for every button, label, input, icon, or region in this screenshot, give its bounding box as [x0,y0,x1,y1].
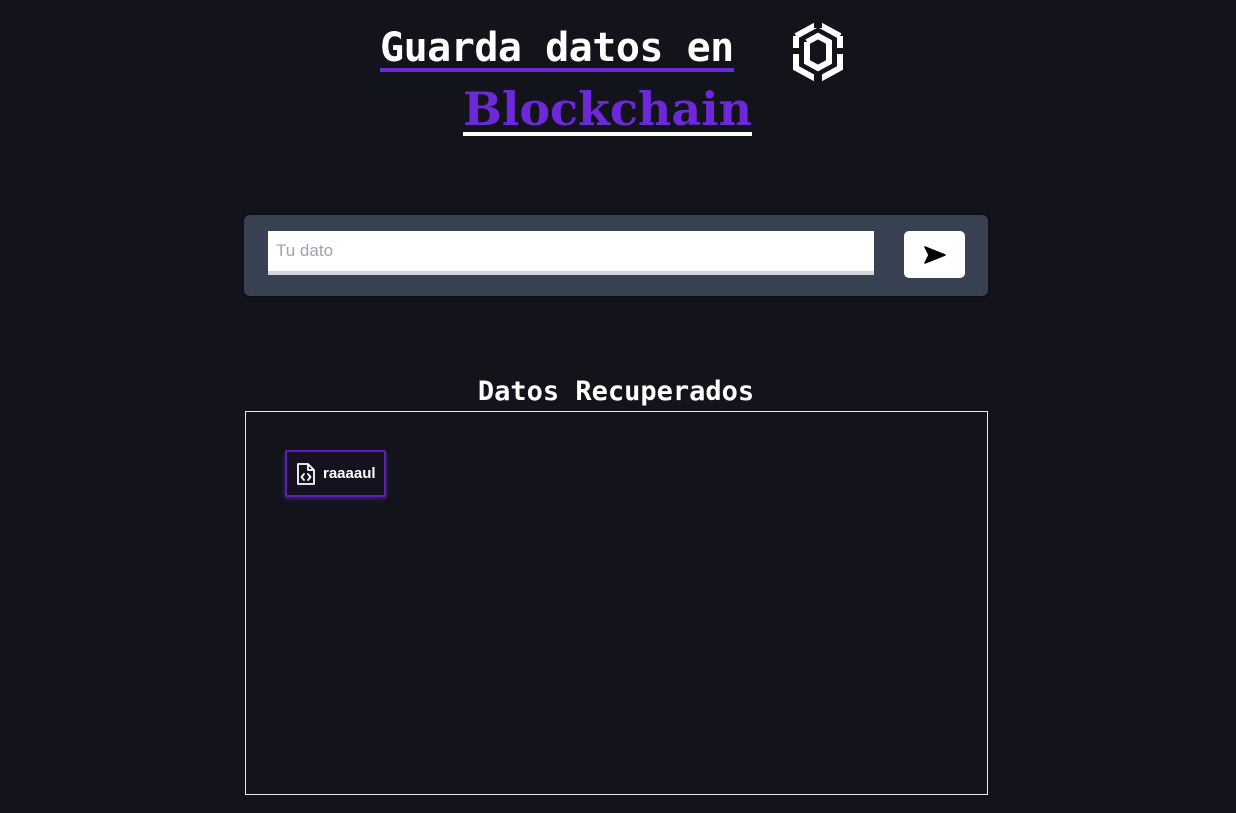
results-title: Datos Recuperados [477,376,755,407]
title-line1: Guarda datos en [380,24,734,74]
data-entry-form [244,215,988,296]
file-code-icon [297,462,315,485]
data-input[interactable] [268,231,874,275]
send-arrow-icon [923,245,946,264]
results-panel: raaaaul [245,411,988,795]
bnb-chain-icon [790,18,846,84]
data-item-chip[interactable]: raaaaul [285,450,386,497]
send-button[interactable] [904,231,965,278]
page-header: Guarda datos en Blockchain [0,0,1236,150]
page-title-highlight: Blockchain [463,82,753,136]
page-title: Guarda datos en [380,25,734,72]
data-item-label: raaaaul [323,465,376,482]
